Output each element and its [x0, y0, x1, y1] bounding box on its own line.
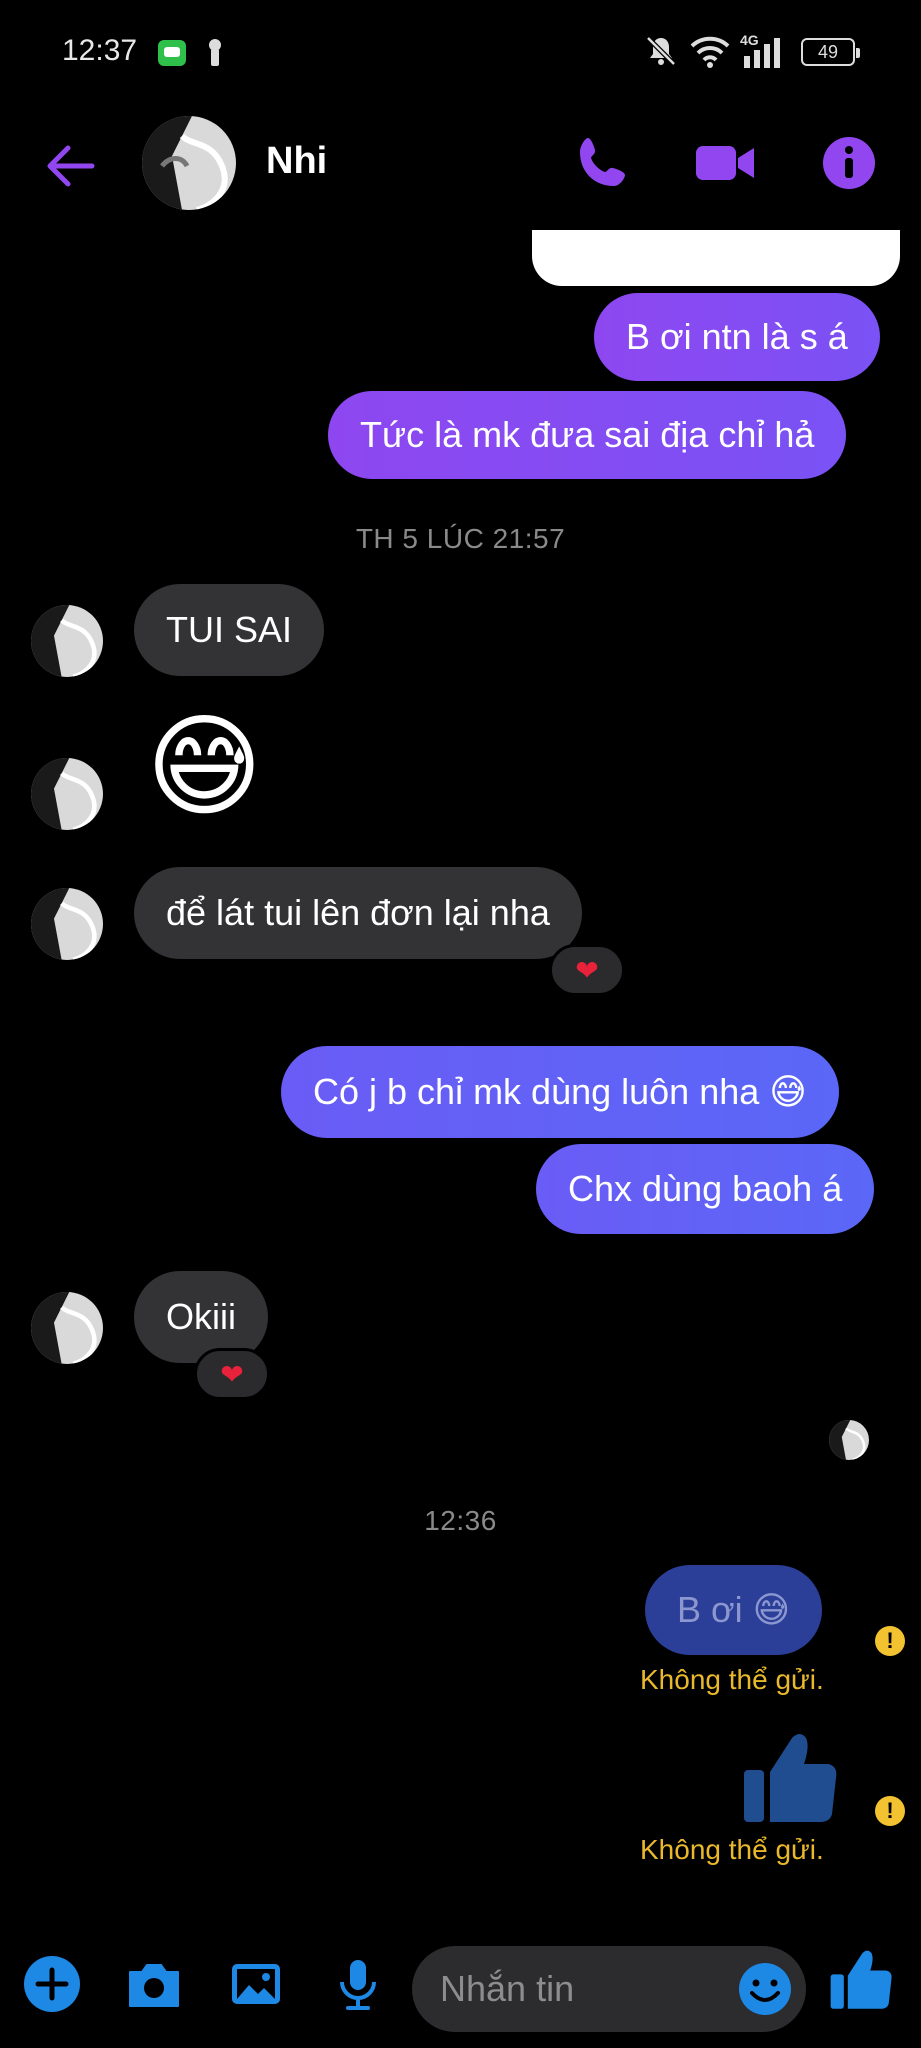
previous-message-bubble[interactable]	[532, 230, 900, 286]
gallery-icon[interactable]	[224, 1952, 288, 2016]
incoming-message[interactable]: để lát tui lên đơn lại nha	[134, 867, 582, 959]
like-icon[interactable]	[828, 1948, 894, 2014]
outgoing-message[interactable]: Chx dùng baoh á	[536, 1144, 875, 1234]
contact-name[interactable]: Nhi	[266, 140, 327, 183]
message-input-container[interactable]	[412, 1946, 806, 2032]
chat-header: Nhi	[0, 100, 921, 230]
timestamp: 12:36	[424, 1505, 497, 1536]
heart-reaction[interactable]: ❤	[194, 1348, 270, 1400]
signal-icon	[744, 38, 780, 68]
message-input[interactable]	[440, 1946, 720, 2032]
plus-icon[interactable]	[20, 1952, 84, 2016]
timestamp: TH 5 LÚC 21:57	[355, 523, 566, 554]
status-bar: 12:37 4G 49	[0, 0, 921, 100]
contact-avatar[interactable]	[142, 116, 236, 210]
send-error-text: Không thể gửi.	[640, 1664, 824, 1695]
mic-icon[interactable]	[326, 1952, 390, 2016]
incoming-message[interactable]: TUI SAI	[134, 584, 325, 676]
error-icon[interactable]: !	[875, 1796, 905, 1826]
like-sticker[interactable]	[740, 1730, 840, 1830]
outgoing-message[interactable]: Có j b chỉ mk dùng luôn nha 😅	[281, 1046, 839, 1138]
phone-icon[interactable]	[568, 128, 638, 198]
camera-icon[interactable]	[122, 1952, 186, 2016]
contact-avatar-small[interactable]	[31, 758, 103, 830]
emoji-icon[interactable]	[736, 1960, 794, 2018]
outgoing-message[interactable]: B ơi ntn là s á	[594, 293, 880, 381]
battery-icon: 49	[801, 38, 860, 66]
contact-avatar-small[interactable]	[31, 1292, 103, 1364]
info-icon[interactable]	[814, 128, 884, 198]
contact-avatar-small[interactable]	[31, 605, 103, 677]
wifi-icon	[690, 36, 730, 68]
status-time: 12:37	[62, 34, 138, 67]
heart-reaction[interactable]: ❤	[549, 944, 625, 996]
message-composer	[0, 1930, 921, 2048]
key-icon	[209, 39, 221, 66]
back-arrow-icon[interactable]	[40, 136, 100, 196]
error-icon[interactable]: !	[875, 1626, 905, 1656]
video-icon[interactable]	[690, 128, 760, 198]
avatar-image	[142, 116, 236, 210]
send-error-text: Không thể gửi.	[640, 1834, 824, 1865]
outgoing-message[interactable]: Tức là mk đưa sai địa chỉ hả	[328, 391, 847, 479]
failed-message[interactable]: B ơi 😅	[645, 1565, 823, 1655]
mute-icon	[646, 36, 676, 66]
seen-avatar	[829, 1420, 869, 1460]
contact-avatar-small[interactable]	[31, 888, 103, 960]
emoji-message[interactable]: 😅	[146, 700, 263, 834]
messages-app-icon	[158, 40, 186, 66]
